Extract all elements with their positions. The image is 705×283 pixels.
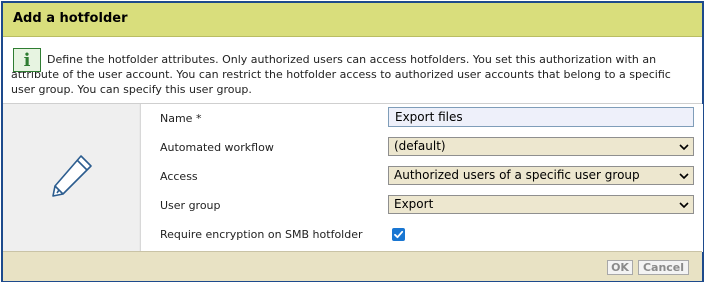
dialog-footer: OK Cancel xyxy=(3,251,702,281)
info-text: Define the hotfolder attributes. Only au… xyxy=(11,53,671,96)
access-label: Access xyxy=(160,170,198,183)
ok-button[interactable]: OK xyxy=(607,260,633,275)
chevron-down-icon xyxy=(679,144,689,151)
add-hotfolder-dialog: Add a hotfolder Define the hotfolder att… xyxy=(1,1,704,282)
cancel-button[interactable]: Cancel xyxy=(638,260,689,275)
chevron-down-icon xyxy=(679,202,689,209)
info-panel: Define the hotfolder attributes. Only au… xyxy=(3,37,702,101)
info-icon: i xyxy=(13,48,41,72)
name-input[interactable] xyxy=(388,107,694,127)
automated-workflow-label: Automated workflow xyxy=(160,141,274,154)
info-icon-glyph: i xyxy=(23,50,31,71)
smb-encryption-checkbox[interactable] xyxy=(392,228,405,241)
name-label: Name * xyxy=(160,112,202,125)
user-group-select[interactable]: Export xyxy=(388,195,694,214)
access-value: Authorized users of a specific user grou… xyxy=(394,168,640,182)
automated-workflow-value: (default) xyxy=(394,139,446,153)
dialog-title: Add a hotfolder xyxy=(13,11,128,26)
form-icon-column xyxy=(3,104,139,252)
chevron-down-icon xyxy=(679,173,689,180)
user-group-value: Export xyxy=(394,197,434,211)
checkmark-icon xyxy=(394,230,404,239)
smb-encryption-label: Require encryption on SMB hotfolder xyxy=(160,228,363,241)
user-group-label: User group xyxy=(160,199,221,212)
pencil-icon xyxy=(52,155,92,197)
access-select[interactable]: Authorized users of a specific user grou… xyxy=(388,166,694,185)
automated-workflow-select[interactable]: (default) xyxy=(388,137,694,156)
dialog-title-bar: Add a hotfolder xyxy=(3,3,702,37)
